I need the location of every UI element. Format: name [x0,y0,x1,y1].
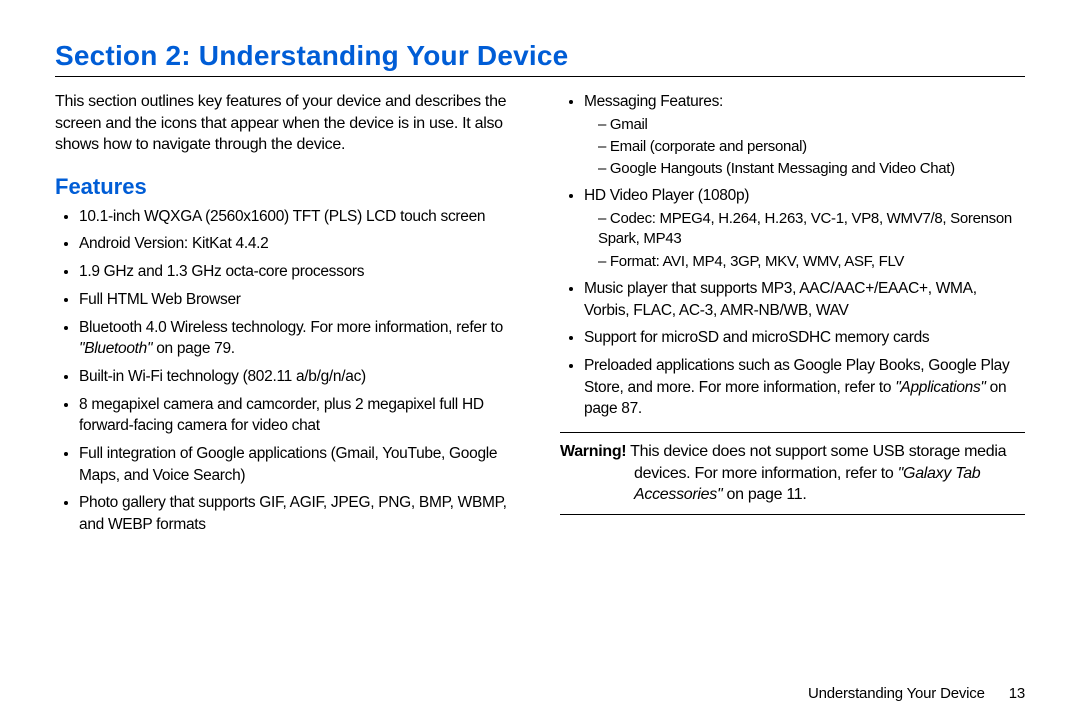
feature-item: Messaging Features: Gmail Email (corpora… [584,91,1025,179]
right-column: Messaging Features: Gmail Email (corpora… [560,91,1025,542]
feature-item: Photo gallery that supports GIF, AGIF, J… [79,492,520,535]
feature-item: Music player that supports MP3, AAC/AAC+… [584,278,1025,321]
feature-item: Built-in Wi-Fi technology (802.11 a/b/g/… [79,366,520,388]
sub-list: Gmail Email (corporate and personal) Goo… [584,115,1025,180]
manual-page: Section 2: Understanding Your Device Thi… [0,0,1080,720]
left-column: This section outlines key features of yo… [55,91,520,542]
feature-item: Support for microSD and microSDHC memory… [584,327,1025,349]
sub-item: Email (corporate and personal) [598,137,1025,157]
footer-section-name: Understanding Your Device [808,685,985,702]
sub-item: Format: AVI, MP4, 3GP, MKV, WMV, ASF, FL… [598,252,1025,272]
text: Messaging Features: [584,93,723,110]
warning-label: Warning! [560,443,626,460]
text: on page 79. [152,340,235,357]
features-list-right: Messaging Features: Gmail Email (corpora… [560,91,1025,420]
feature-item: 10.1-inch WQXGA (2560x1600) TFT (PLS) LC… [79,206,520,228]
feature-item: Full integration of Google applications … [79,443,520,486]
feature-item: 1.9 GHz and 1.3 GHz octa-core processors [79,261,520,283]
two-column-layout: This section outlines key features of yo… [55,91,1025,542]
feature-item: Bluetooth 4.0 Wireless technology. For m… [79,317,520,360]
cross-reference: "Bluetooth" [79,340,152,357]
text: Bluetooth 4.0 Wireless technology. For m… [79,319,503,336]
title-rule [55,76,1025,77]
sub-item: Google Hangouts (Instant Messaging and V… [598,159,1025,179]
sub-item: Gmail [598,115,1025,135]
feature-item: 8 megapixel camera and camcorder, plus 2… [79,394,520,437]
features-heading: Features [55,174,520,200]
feature-item: Android Version: KitKat 4.4.2 [79,233,520,255]
feature-item: HD Video Player (1080p) Codec: MPEG4, H.… [584,185,1025,271]
intro-paragraph: This section outlines key features of yo… [55,91,520,156]
text: HD Video Player (1080p) [584,187,749,204]
feature-item: Full HTML Web Browser [79,289,520,311]
sub-item: Codec: MPEG4, H.264, H.263, VC-1, VP8, W… [598,209,1025,250]
warning-text: on page 11. [722,486,806,503]
page-footer: Understanding Your Device 13 [808,685,1025,702]
feature-item: Preloaded applications such as Google Pl… [584,355,1025,420]
features-list-left: 10.1-inch WQXGA (2560x1600) TFT (PLS) LC… [55,206,520,536]
warning-box: Warning! This device does not support so… [560,432,1025,515]
sub-list: Codec: MPEG4, H.264, H.263, VC-1, VP8, W… [584,209,1025,272]
cross-reference: "Applications" [895,379,985,396]
page-number: 13 [1009,685,1025,702]
section-title: Section 2: Understanding Your Device [55,40,1025,72]
